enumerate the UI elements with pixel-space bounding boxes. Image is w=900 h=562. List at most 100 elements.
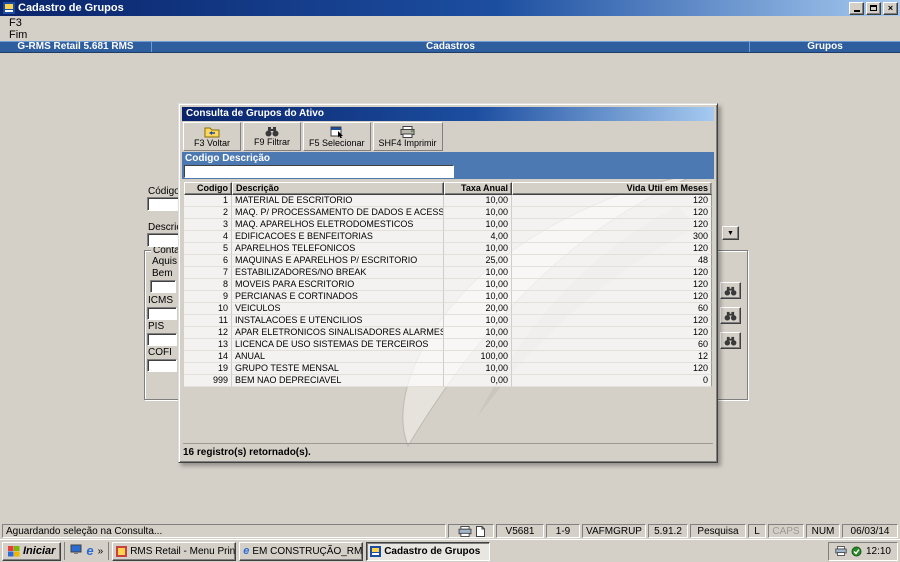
table-row[interactable]: 14 ANUAL 100,00 12 [184,351,712,363]
rms-app-icon [116,545,128,557]
filtrar-button[interactable]: F9 Filtrar [243,122,301,151]
table-row[interactable]: 8 MOVEIS PARA ESCRITORIO 10,00 120 [184,279,712,291]
taskbar-item-label: Cadastro de Grupos [384,545,481,557]
app-icon [2,2,15,15]
status-version: V5681 [496,524,544,538]
minimize-icon [853,10,860,12]
close-button[interactable]: × [883,1,898,15]
start-windows-icon [8,545,20,556]
cell-codigo: 19 [184,363,232,375]
cell-taxa-anual: 10,00 [444,363,512,375]
lookup-button-icms[interactable] [720,307,741,324]
icms-label: ICMS [148,295,173,306]
cell-taxa-anual: 10,00 [444,315,512,327]
taskbar-item-rms-menu[interactable]: RMS Retail - Menu Princi... [112,541,237,561]
cell-descricao: APAR ELETRONICOS SINALISADORES ALARMES [232,327,444,339]
table-row[interactable]: 7 ESTABILIZADORES/NO BREAK 10,00 120 [184,267,712,279]
dialog-title: Consulta de Grupos do Ativo [186,108,324,119]
lookup-button-bem[interactable] [720,282,741,299]
taskbar-item-em-construcao[interactable]: e EM CONSTRUÇÃO_RMS ... [239,541,364,561]
icms-field[interactable] [147,307,177,320]
taskbar-item-cadastro-grupos[interactable]: Cadastro de Grupos [366,541,491,561]
client-area: Contab Código Descriç Aquis Bem ICMS PIS… [0,53,900,523]
window-titlebar[interactable]: Cadastro de Grupos × [0,0,900,16]
column-header-vida[interactable]: Vida Util em Meses [512,182,712,195]
cell-codigo: 10 [184,303,232,315]
table-row[interactable]: 12 APAR ELETRONICOS SINALISADORES ALARME… [184,327,712,339]
filter-input[interactable] [184,165,454,178]
table-row[interactable]: 4 EDIFICACOES E BENFEITORIAS 4,00 300 [184,231,712,243]
lookup-button-pis[interactable] [720,332,741,349]
status-flag: L [748,524,766,538]
groups-app-icon [370,545,382,557]
bem-field[interactable] [150,280,176,293]
system-tray: 12:10 [827,541,898,561]
codigo-label: Código [148,186,180,197]
table-row[interactable]: 3 MAQ. APARELHOS ELETRODOMESTICOS 10,00 … [184,219,712,231]
combo-dropdown-button[interactable]: ▼ [722,226,739,240]
table-row[interactable]: 1 MATERIAL DE ESCRITORIO 10,00 120 [184,195,712,207]
selecionar-label: F5 Selecionar [309,137,365,148]
table-row[interactable]: 13 LICENCA DE USO SISTEMAS DE TERCEIROS … [184,339,712,351]
start-button[interactable]: Iniciar [2,541,62,561]
table-row[interactable]: 999 BEM NAO DEPRECIAVEL 0,00 0 [184,375,712,387]
table-row[interactable]: 10 VEICULOS 20,00 60 [184,303,712,315]
cell-descricao: MAQ. P/ PROCESSAMENTO DE DADOS E ACESSOR [232,207,444,219]
cell-vida-util: 120 [512,279,712,291]
header-bar: G-RMS Retail 5.681 RMS Cadastros Grupos [0,41,900,53]
cofins-label: COFI [148,347,172,358]
voltar-button[interactable]: F3 Voltar [183,122,241,151]
table-row[interactable]: 5 APARELHOS TELEFONICOS 10,00 120 [184,243,712,255]
imprimir-button[interactable]: SHF4 Imprimir [372,122,443,151]
cofins-field[interactable] [147,359,177,372]
bem-label: Bem [152,268,173,279]
status-build: 5.91.2 [648,524,688,538]
cell-descricao: MAQUINAS E APARELHOS P/ ESCRITORIO [232,255,444,267]
selecionar-button[interactable]: F5 Selecionar [303,122,371,151]
desktop-icon[interactable] [70,544,82,558]
menu-item-f3[interactable]: F3 [9,17,22,29]
overflow-chevron-icon[interactable]: » [98,546,104,557]
minimize-button[interactable] [849,1,864,15]
cell-codigo: 6 [184,255,232,267]
cell-vida-util: 120 [512,195,712,207]
table-row[interactable]: 2 MAQ. P/ PROCESSAMENTO DE DADOS E ACESS… [184,207,712,219]
window-title: Cadastro de Grupos [18,2,124,14]
column-header-codigo[interactable]: Codigo [184,182,232,195]
table-row[interactable]: 19 GRUPO TESTE MENSAL 10,00 120 [184,363,712,375]
cell-descricao: APARELHOS TELEFONICOS [232,243,444,255]
results-table: Codigo Descrição Taxa Anual Vida Util em… [184,182,712,387]
status-mode: Pesquisa [690,524,746,538]
filter-label: Codigo Descrição [185,153,271,164]
table-row[interactable]: 11 INSTALACOES E UTENCILIOS 10,00 120 [184,315,712,327]
ie-icon[interactable]: e [86,544,93,557]
cell-descricao: VEICULOS [232,303,444,315]
status-bar: Aguardando seleção na Consulta... V5681 … [0,523,900,539]
cell-vida-util: 60 [512,339,712,351]
status-program: VAFMGRUP [582,524,646,538]
maximize-icon [870,5,877,11]
cell-vida-util: 120 [512,243,712,255]
binoculars-icon [265,127,279,137]
cell-codigo: 8 [184,279,232,291]
cell-taxa-anual: 10,00 [444,195,512,207]
table-row[interactable]: 9 PERCIANAS E CORTINADOS 10,00 120 [184,291,712,303]
cell-taxa-anual: 4,00 [444,231,512,243]
column-header-descricao[interactable]: Descrição [232,182,444,195]
tray-status-icon[interactable] [851,546,862,557]
menu-item-fim[interactable]: Fim [9,29,27,41]
table-row[interactable]: 6 MAQUINAS E APARELHOS P/ ESCRITORIO 25,… [184,255,712,267]
maximize-button[interactable] [866,1,881,15]
cell-codigo: 14 [184,351,232,363]
cell-descricao: ANUAL [232,351,444,363]
header-app-name: G-RMS Retail 5.681 RMS [0,42,152,52]
cell-vida-util: 60 [512,303,712,315]
descricao-field[interactable] [147,233,181,247]
dialog-titlebar[interactable]: Consulta de Grupos do Ativo [182,107,714,121]
codigo-field[interactable] [147,197,181,211]
aquis-label: Aquis [152,256,178,267]
pis-field[interactable] [147,333,177,346]
desktop: Cadastro de Grupos × F3 Fim G-RMS Retail… [0,0,900,562]
tray-print-icon[interactable] [835,546,847,556]
column-header-taxa[interactable]: Taxa Anual [444,182,512,195]
